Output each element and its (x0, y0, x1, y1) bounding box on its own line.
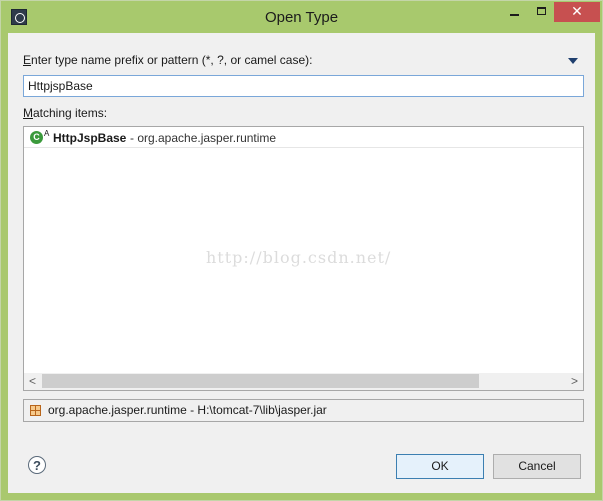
scrollbar-thumb[interactable] (42, 374, 479, 388)
maximize-button[interactable] (529, 2, 555, 22)
item-type-name: HttpJspBase (53, 131, 127, 145)
minimize-icon (510, 14, 519, 16)
status-text: org.apache.jasper.runtime - H:\tomcat-7\… (48, 403, 327, 417)
ok-button[interactable]: OK (396, 454, 484, 479)
minimize-button[interactable] (501, 2, 529, 22)
close-button[interactable]: ✕ (554, 2, 600, 22)
type-pattern-input[interactable] (23, 75, 584, 97)
title-bar[interactable]: Open Type ✕ (1, 1, 602, 33)
scroll-right-icon[interactable]: > (566, 373, 583, 390)
jar-icon (30, 405, 41, 416)
abstract-modifier-icon: A (44, 129, 50, 138)
maximize-icon (537, 7, 546, 15)
matching-items-list[interactable]: C A HttpJspBase - org.apache.jasper.runt… (23, 126, 584, 391)
watermark-text: http://blog.csdn.net/ (206, 248, 392, 267)
pattern-label: Enter type name prefix or pattern (*, ?,… (23, 53, 313, 67)
list-item[interactable]: C A HttpJspBase - org.apache.jasper.runt… (24, 128, 583, 148)
help-icon[interactable]: ? (28, 456, 46, 474)
view-menu-icon[interactable] (568, 58, 578, 64)
selection-status-bar: org.apache.jasper.runtime - H:\tomcat-7\… (23, 399, 584, 422)
scroll-left-icon[interactable]: < (24, 373, 41, 390)
class-icon: C (30, 131, 43, 144)
matching-items-label: Matching items: (23, 106, 108, 120)
cancel-button[interactable]: Cancel (493, 454, 581, 479)
item-package: - org.apache.jasper.runtime (130, 131, 277, 145)
open-type-dialog: Open Type ✕ Enter type name prefix or pa… (0, 0, 603, 501)
horizontal-scrollbar[interactable]: < > (24, 373, 583, 390)
dialog-body: Enter type name prefix or pattern (*, ?,… (8, 33, 595, 493)
close-icon: ✕ (571, 3, 583, 19)
